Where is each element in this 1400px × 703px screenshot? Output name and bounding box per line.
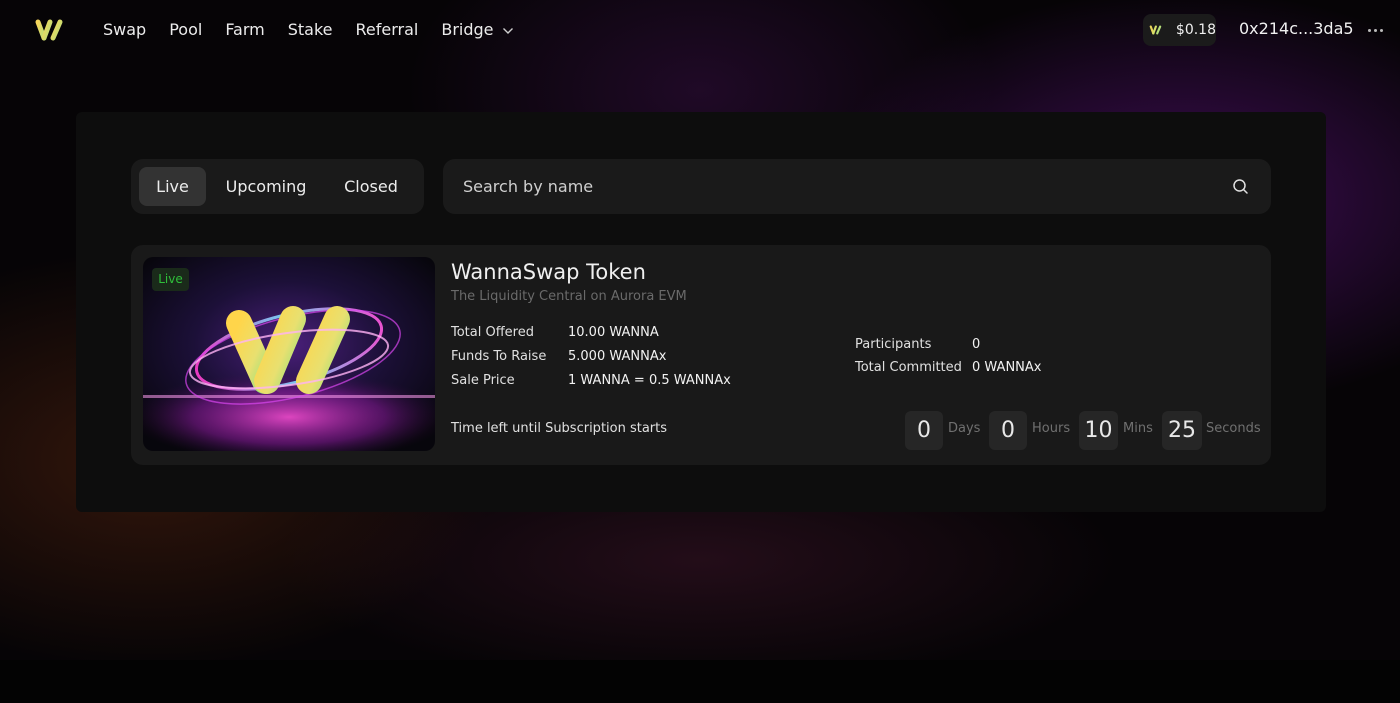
tab-upcoming[interactable]: Upcoming bbox=[216, 167, 316, 206]
countdown-hours-value: 0 bbox=[989, 411, 1027, 450]
countdown-seconds-unit: Seconds bbox=[1206, 421, 1261, 436]
tab-closed[interactable]: Closed bbox=[326, 167, 416, 206]
total-committed-label: Total Committed bbox=[855, 360, 962, 375]
participants-value: 0 bbox=[972, 337, 981, 352]
top-navbar: Swap Pool Farm Stake Referral Bridge $0.… bbox=[0, 0, 1400, 60]
wallet-address-button[interactable]: 0x214c...3da5 bbox=[1239, 18, 1354, 40]
wannaswap-logo-icon[interactable] bbox=[34, 17, 64, 43]
nav-swap-link[interactable]: Swap bbox=[103, 19, 146, 41]
nav-referral-link[interactable]: Referral bbox=[356, 19, 419, 41]
countdown-mins-value: 10 bbox=[1079, 411, 1118, 450]
total-offered-label: Total Offered bbox=[451, 325, 534, 340]
total-offered-value: 10.00 WANNA bbox=[568, 325, 659, 340]
countdown-days-value: 0 bbox=[905, 411, 943, 450]
sale-price-label: Sale Price bbox=[451, 373, 515, 388]
token-price-pill[interactable]: $0.18 bbox=[1143, 14, 1216, 46]
total-committed-value: 0 WANNAx bbox=[972, 360, 1042, 375]
nav-stake-link[interactable]: Stake bbox=[288, 19, 333, 41]
countdown-days-unit: Days bbox=[948, 421, 981, 436]
nav-bridge-label: Bridge bbox=[441, 20, 494, 39]
tab-live[interactable]: Live bbox=[139, 167, 206, 206]
nav-bridge-dropdown[interactable]: Bridge bbox=[441, 19, 513, 41]
countdown-label: Time left until Subscription starts bbox=[451, 421, 668, 436]
token-subtitle: The Liquidity Central on Aurora EVM bbox=[451, 289, 687, 304]
more-options-icon[interactable] bbox=[1368, 22, 1388, 38]
wanna-token-icon bbox=[1149, 25, 1162, 35]
live-status-badge: Live bbox=[152, 268, 189, 291]
countdown-hours-unit: Hours bbox=[1032, 421, 1071, 436]
search-icon[interactable] bbox=[1232, 178, 1249, 195]
footer-band bbox=[0, 660, 1400, 703]
search-input[interactable] bbox=[443, 159, 1213, 214]
sale-price-value: 1 WANNA = 0.5 WANNAx bbox=[568, 373, 731, 388]
funds-to-raise-label: Funds To Raise bbox=[451, 349, 547, 364]
chevron-down-icon bbox=[502, 27, 513, 34]
countdown-seconds-value: 25 bbox=[1162, 411, 1202, 450]
search-bar bbox=[443, 159, 1271, 214]
participants-label: Participants bbox=[855, 337, 932, 352]
nav-pool-link[interactable]: Pool bbox=[169, 19, 202, 41]
countdown-mins-unit: Mins bbox=[1123, 421, 1153, 436]
funds-to-raise-value: 5.000 WANNAx bbox=[568, 349, 667, 364]
token-name: WannaSwap Token bbox=[451, 260, 646, 284]
token-price: $0.18 bbox=[1175, 22, 1216, 38]
nav-farm-link[interactable]: Farm bbox=[225, 19, 264, 41]
nav-links: Swap Pool Farm Stake Referral Bridge bbox=[103, 19, 537, 41]
status-tabs: Live Upcoming Closed bbox=[131, 159, 424, 214]
